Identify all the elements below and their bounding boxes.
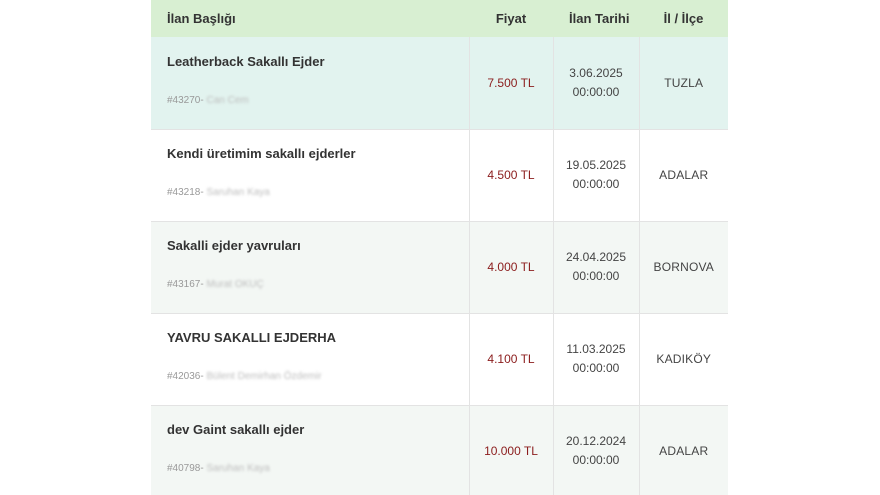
listing-date-cell: 24.04.2025 00:00:00	[552, 221, 639, 313]
listing-time: 00:00:00	[572, 269, 620, 283]
listing-id: #40798-	[167, 463, 204, 474]
table-row[interactable]: dev Gaint sakallı ejder #40798- Saruhan …	[151, 405, 728, 495]
table-row[interactable]: YAVRU SAKALLI EJDERHA #42036- Bülent Dem…	[151, 313, 728, 405]
listing-title-link[interactable]: YAVRU SAKALLI EJDERHA	[167, 330, 469, 345]
listing-price: 4.500 TL	[468, 129, 553, 221]
listing-id: #43167-	[167, 279, 204, 290]
table-row[interactable]: Kendi üretimim sakallı ejderler #43218- …	[151, 129, 728, 221]
listing-price: 4.000 TL	[468, 221, 553, 313]
listing-meta: #43218- Saruhan Kaya	[167, 187, 469, 198]
listing-location: BORNOVA	[638, 221, 728, 313]
listing-title-cell: Leatherback Sakallı Ejder #43270- Can Ce…	[151, 37, 469, 129]
column-header-location[interactable]: İl / İlçe	[639, 0, 728, 37]
listing-price: 10.000 TL	[468, 405, 553, 495]
listing-meta: #42036- Bülent Demirhan Özdemir	[167, 371, 469, 382]
listing-meta: #43270- Can Cem	[167, 95, 469, 106]
listing-date: 11.03.2025	[566, 342, 626, 356]
listing-date: 3.06.2025	[569, 65, 623, 80]
listing-meta: #43167- Murat OKUÇ	[167, 279, 469, 290]
listings-table: İlan Başlığı Fiyat İlan Tarihi İl / İlçe…	[151, 0, 728, 495]
listing-location: ADALAR	[638, 405, 728, 495]
table-header: İlan Başlığı Fiyat İlan Tarihi İl / İlçe	[151, 0, 728, 37]
listing-location: TUZLA	[638, 37, 728, 129]
listing-title-cell: Sakalli ejder yavruları #43167- Murat OK…	[151, 221, 469, 313]
listing-title-cell: YAVRU SAKALLI EJDERHA #42036- Bülent Dem…	[151, 313, 469, 405]
listing-location: ADALAR	[638, 129, 728, 221]
listing-id: #43270-	[167, 94, 204, 106]
listing-date-cell: 3.06.2025 00:00:00	[552, 37, 639, 129]
listing-date: 20.12.2024	[565, 434, 627, 448]
table-row[interactable]: Leatherback Sakallı Ejder #43270- Can Ce…	[151, 37, 728, 129]
listing-title-link[interactable]: Kendi üretimim sakallı ejderler	[167, 146, 469, 161]
listing-time: 00:00:00	[572, 453, 620, 467]
listing-time: 00:00:00	[572, 361, 620, 375]
listing-id: #43218-	[167, 187, 204, 198]
listing-price: 4.100 TL	[468, 313, 553, 405]
listing-time: 00:00:00	[572, 84, 620, 99]
seller-name: Saruhan Kaya	[206, 187, 270, 198]
listing-date: 19.05.2025	[565, 158, 627, 172]
listing-title-link[interactable]: dev Gaint sakallı ejder	[167, 422, 469, 437]
seller-name: Saruhan Kaya	[206, 463, 270, 474]
listing-title-link[interactable]: Leatherback Sakallı Ejder	[167, 54, 469, 69]
seller-name: Can Cem	[206, 94, 249, 106]
seller-name: Bülent Demirhan Özdemir	[206, 371, 322, 382]
column-header-date[interactable]: İlan Tarihi	[553, 0, 639, 37]
listing-price: 7.500 TL	[468, 37, 553, 129]
table-row[interactable]: Sakalli ejder yavruları #43167- Murat OK…	[151, 221, 728, 313]
listings-table-container: İlan Başlığı Fiyat İlan Tarihi İl / İlçe…	[151, 0, 728, 495]
listing-meta: #40798- Saruhan Kaya	[167, 463, 469, 474]
listing-date-cell: 20.12.2024 00:00:00	[552, 405, 639, 495]
table-body: Leatherback Sakallı Ejder #43270- Can Ce…	[151, 37, 728, 495]
listing-date: 24.04.2025	[565, 250, 627, 264]
listing-title-cell: Kendi üretimim sakallı ejderler #43218- …	[151, 129, 469, 221]
listing-title-link[interactable]: Sakalli ejder yavruları	[167, 238, 469, 253]
listing-title-cell: dev Gaint sakallı ejder #40798- Saruhan …	[151, 405, 469, 495]
listing-time: 00:00:00	[572, 177, 620, 191]
column-header-title[interactable]: İlan Başlığı	[151, 0, 469, 37]
listing-date-cell: 19.05.2025 00:00:00	[552, 129, 639, 221]
seller-name: Murat OKUÇ	[206, 279, 264, 290]
listing-id: #42036-	[167, 371, 204, 382]
listing-date-cell: 11.03.2025 00:00:00	[552, 313, 639, 405]
listing-location: KADIKÖY	[638, 313, 728, 405]
column-header-price[interactable]: Fiyat	[469, 0, 553, 37]
header-row: İlan Başlığı Fiyat İlan Tarihi İl / İlçe	[151, 0, 728, 37]
